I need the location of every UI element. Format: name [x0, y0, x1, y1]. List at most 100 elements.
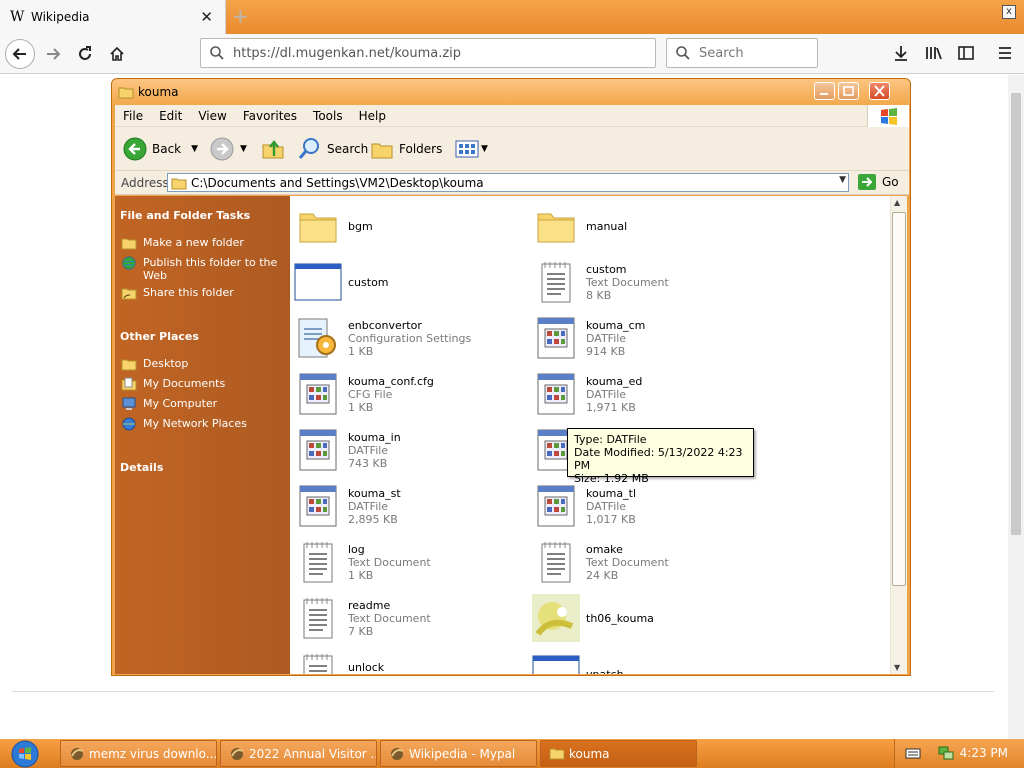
my-documents-link[interactable]: My Documents: [121, 377, 225, 391]
clock[interactable]: 4:23 PM: [960, 746, 1008, 760]
scroll-down-icon[interactable]: ▼: [894, 663, 900, 672]
taskbar-button[interactable]: Wikipedia - Mypal: [380, 740, 537, 767]
file-name[interactable]: enbconvertor: [348, 319, 471, 332]
window-file-icon[interactable]: [294, 258, 342, 306]
maximize-button[interactable]: [838, 82, 859, 100]
menu-edit[interactable]: Edit: [151, 109, 190, 123]
dat-file-icon[interactable]: [532, 482, 580, 530]
details-title[interactable]: Details: [120, 461, 163, 474]
file-name[interactable]: bgm: [348, 220, 373, 233]
minimize-button[interactable]: [814, 82, 835, 100]
file-name[interactable]: unlock: [348, 661, 431, 674]
page-scrollbar[interactable]: [1008, 75, 1024, 739]
file-name[interactable]: th06_kouma: [586, 612, 654, 625]
chevron-down-icon[interactable]: ▼: [191, 144, 198, 154]
views-button[interactable]: ▼: [454, 135, 488, 163]
taskbar-button[interactable]: 2022 Annual Visitor ...: [220, 740, 377, 767]
taskbar-button[interactable]: kouma: [540, 740, 697, 767]
back-button[interactable]: [5, 39, 35, 69]
network-tray-icon[interactable]: [937, 745, 955, 761]
up-folder-button[interactable]: [261, 135, 285, 163]
file-item[interactable]: log Text Document 1 KB: [294, 535, 514, 589]
file-name[interactable]: readme: [348, 599, 431, 612]
file-item[interactable]: custom: [294, 255, 514, 309]
explorer-scrollbar[interactable]: ▲ ▼: [890, 196, 907, 674]
folder-item[interactable]: bgm: [294, 199, 514, 253]
browser-tab[interactable]: W Wikipedia ✕: [0, 0, 226, 34]
reload-button[interactable]: [70, 39, 100, 69]
menu-favorites[interactable]: Favorites: [235, 109, 305, 123]
forward-button[interactable]: ▼: [210, 135, 247, 163]
search-placeholder[interactable]: Search: [699, 46, 744, 61]
window-close-button[interactable]: x: [1002, 5, 1016, 19]
file-item[interactable]: kouma_st DATFile 2,895 KB: [294, 479, 514, 533]
dat-file-icon[interactable]: [294, 482, 342, 530]
file-name[interactable]: kouma_conf.cfg: [348, 375, 434, 388]
text-file-icon[interactable]: [532, 258, 580, 306]
library-button[interactable]: [921, 40, 947, 66]
file-folder-tasks-title[interactable]: File and Folder Tasks: [120, 209, 250, 222]
search-button[interactable]: Search: [297, 135, 368, 163]
menu-tools[interactable]: Tools: [305, 109, 351, 123]
my-computer-link[interactable]: My Computer: [121, 397, 217, 411]
file-item[interactable]: kouma_tl DATFile 1,017 KB: [532, 479, 752, 533]
file-name[interactable]: manual: [586, 220, 627, 233]
file-name[interactable]: kouma_tl: [586, 487, 636, 500]
folder-item[interactable]: manual: [532, 199, 752, 253]
file-item[interactable]: readme Text Document 7 KB: [294, 591, 514, 645]
text-file-icon[interactable]: [294, 650, 342, 674]
dat-file-icon[interactable]: [294, 426, 342, 474]
file-name[interactable]: kouma_ed: [586, 375, 642, 388]
other-places-title[interactable]: Other Places: [120, 330, 199, 343]
file-name[interactable]: kouma_in: [348, 431, 401, 444]
file-item[interactable]: unlockText Document: [294, 647, 514, 674]
window-file-icon[interactable]: [532, 650, 580, 674]
downloads-button[interactable]: [888, 40, 914, 66]
taskbar-button[interactable]: memz virus downlo...: [60, 740, 217, 767]
menu-view[interactable]: View: [190, 109, 234, 123]
config-file-icon[interactable]: [294, 314, 342, 362]
folder-file-icon[interactable]: [532, 202, 580, 250]
folder-file-icon[interactable]: [294, 202, 342, 250]
share-folder-link[interactable]: Share this folder: [121, 286, 234, 300]
scroll-up-icon[interactable]: ▲: [894, 198, 900, 207]
url-bar[interactable]: https://dl.mugenkan.net/kouma.zip: [200, 38, 656, 68]
file-name[interactable]: kouma_cm: [586, 319, 645, 332]
back-button[interactable]: Back ▼: [123, 135, 198, 163]
file-item[interactable]: kouma_ed DATFile 1,971 KB: [532, 367, 752, 421]
file-name[interactable]: log: [348, 543, 431, 556]
file-item[interactable]: vpatch: [532, 647, 752, 674]
search-bar[interactable]: Search: [666, 38, 818, 68]
menu-button[interactable]: [992, 40, 1018, 66]
file-name[interactable]: custom: [586, 263, 669, 276]
go-button[interactable]: Go: [857, 173, 899, 191]
file-item[interactable]: custom Text Document 8 KB: [532, 255, 752, 309]
image-file-icon[interactable]: [532, 594, 580, 642]
file-item[interactable]: kouma_cm DATFile 914 KB: [532, 311, 752, 365]
dat-file-icon[interactable]: [294, 370, 342, 418]
file-item[interactable]: th06_kouma: [532, 591, 752, 645]
home-button[interactable]: [102, 39, 132, 69]
file-item[interactable]: kouma_in DATFile 743 KB: [294, 423, 514, 477]
text-file-icon[interactable]: [532, 538, 580, 586]
forward-button[interactable]: [38, 39, 68, 69]
file-name[interactable]: custom: [348, 276, 389, 289]
chevron-down-icon[interactable]: ▼: [481, 144, 488, 154]
file-item[interactable]: enbconvertor Configuration Settings 1 KB: [294, 311, 514, 365]
make-new-folder-link[interactable]: Make a new folder: [121, 236, 244, 250]
folders-button[interactable]: Folders: [370, 135, 442, 163]
dat-file-icon[interactable]: [532, 314, 580, 362]
menu-file[interactable]: File: [115, 109, 151, 123]
chevron-down-icon[interactable]: ▼: [240, 144, 247, 154]
keyboard-icon[interactable]: [905, 746, 921, 760]
my-network-places-link[interactable]: My Network Places: [121, 417, 247, 431]
file-name[interactable]: omake: [586, 543, 669, 556]
dat-file-icon[interactable]: [532, 370, 580, 418]
start-button[interactable]: [10, 739, 40, 768]
publish-folder-link[interactable]: Publish this folder to the Web: [121, 256, 281, 282]
file-name[interactable]: vpatch: [586, 668, 624, 675]
file-item[interactable]: kouma_conf.cfg CFG File 1 KB: [294, 367, 514, 421]
explorer-title-bar[interactable]: kouma: [112, 79, 910, 105]
chevron-down-icon[interactable]: ▼: [839, 175, 846, 185]
desktop-link[interactable]: Desktop: [121, 357, 188, 371]
